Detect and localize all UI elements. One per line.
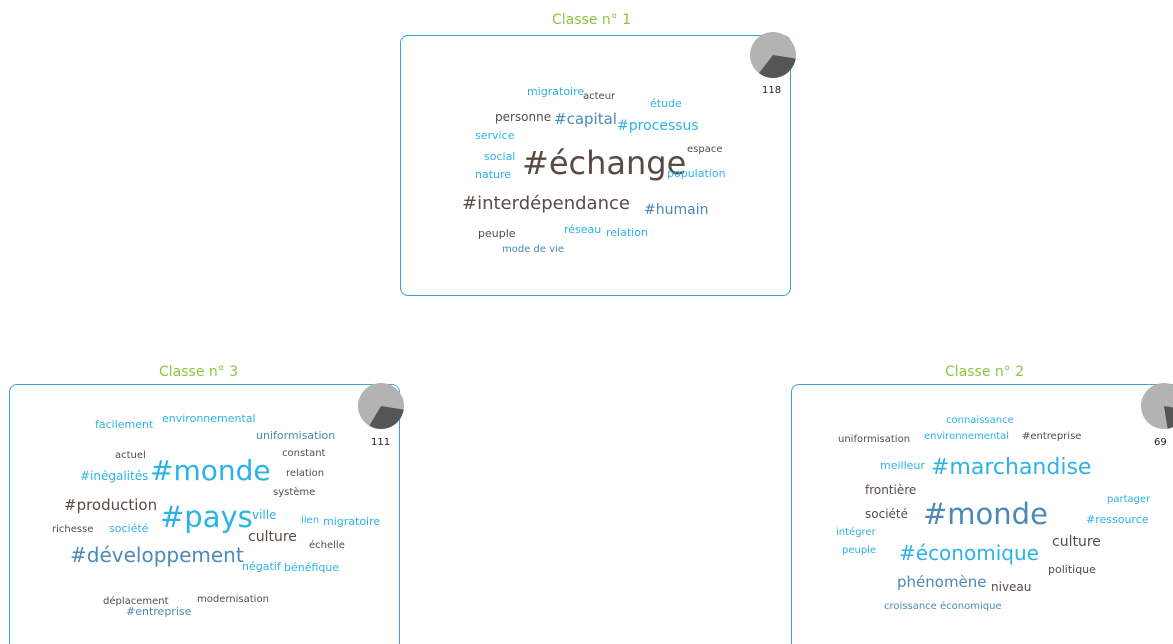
word: #capital (554, 110, 617, 128)
word: #monde (923, 497, 1048, 531)
word: #développement (70, 543, 244, 567)
word: culture (248, 529, 297, 545)
word: migratoire (527, 85, 585, 98)
word: #ressource (1086, 513, 1149, 526)
word: #interdépendance (462, 193, 630, 214)
word: réseau (564, 223, 602, 236)
word: partager (1107, 494, 1151, 505)
word: social (484, 150, 516, 163)
word: système (273, 487, 316, 498)
word: frontière (865, 483, 917, 497)
word: #pays (160, 500, 253, 534)
word: acteur (583, 91, 616, 102)
word: #monde (150, 454, 271, 487)
class-2-title: Classe n° 2 (945, 364, 1025, 380)
word: meilleur (880, 459, 925, 472)
word: #entreprise (126, 605, 192, 618)
word: société (865, 507, 908, 521)
word: #inégalités (80, 469, 149, 483)
word: mode de vie (502, 244, 565, 255)
word: peuple (478, 227, 516, 240)
word: constant (282, 448, 326, 459)
word: relation (286, 468, 325, 479)
word: lien (301, 515, 320, 526)
word: service (475, 129, 515, 142)
word: facilement (95, 418, 154, 431)
word: actuel (115, 450, 146, 461)
word: nature (475, 168, 512, 181)
word: uniformisation (256, 429, 336, 442)
word: #marchandise (931, 455, 1092, 480)
word: peuple (842, 545, 877, 556)
class-3-title: Classe n° 3 (159, 364, 239, 380)
word: richesse (52, 524, 94, 535)
word: population (667, 167, 726, 180)
word: étude (650, 97, 682, 110)
word: bénéfique (284, 561, 340, 574)
word: migratoire (323, 515, 381, 528)
word: déplacement (103, 596, 169, 607)
class-1-title: Classe n° 1 (552, 12, 632, 28)
word: environnemental (162, 412, 256, 425)
word: #échange (522, 144, 687, 182)
word: espace (687, 144, 723, 155)
word: modernisation (197, 594, 269, 605)
word: négatif (242, 560, 281, 573)
word: relation (606, 226, 648, 239)
word: phénomène (897, 573, 987, 591)
word: société (109, 522, 149, 535)
word: personne (495, 110, 552, 124)
word: environnemental (924, 431, 1010, 442)
word: #économique (899, 541, 1039, 565)
class-3-count: 111 (371, 437, 391, 448)
word: politique (1048, 563, 1096, 576)
word: intégrer (836, 527, 876, 538)
word: #production (64, 496, 158, 514)
word: connaissance (946, 415, 1014, 426)
class-1-count: 118 (762, 85, 782, 96)
word: #humain (644, 202, 709, 218)
class-1-pie-icon (750, 32, 796, 78)
word: uniformisation (838, 434, 911, 445)
word: croissance économique (884, 601, 1002, 612)
word: niveau (991, 580, 1032, 594)
word: #entreprise (1022, 431, 1082, 442)
word: échelle (309, 540, 345, 551)
word: #processus (617, 118, 699, 134)
class-2-pie-icon (1141, 383, 1173, 429)
word: culture (1052, 534, 1101, 550)
class-3-pie-icon (358, 383, 404, 429)
class-2-count: 69 (1154, 437, 1167, 448)
word: ville (252, 508, 277, 522)
